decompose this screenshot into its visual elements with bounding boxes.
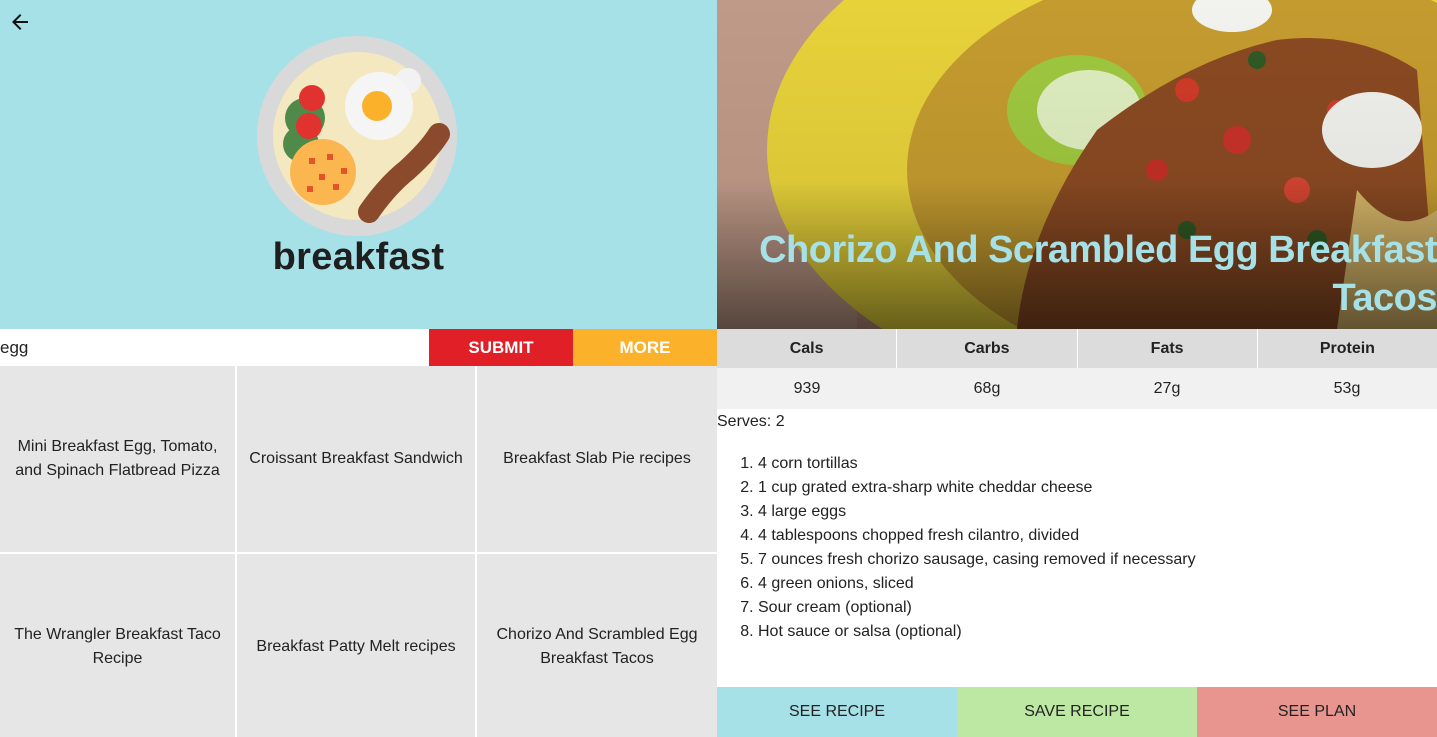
nutrition-value: 939 <box>717 368 897 409</box>
ingredient-item: Sour cream (optional) <box>758 596 1196 620</box>
nutrition-header: Carbs <box>897 329 1078 368</box>
recipe-title: Chorizo And Scrambled Egg Breakfast Taco… <box>759 229 1437 319</box>
recipe-photo: Chorizo And Scrambled Egg Breakfast Taco… <box>717 0 1437 329</box>
breakfast-plate-icon <box>257 36 457 236</box>
nutrition-value: 53g <box>1257 368 1437 409</box>
ingredient-item: 4 green onions, sliced <box>758 572 1196 596</box>
serves-label: Serves: 2 <box>717 413 785 430</box>
back-button[interactable] <box>8 10 32 34</box>
result-card[interactable]: The Wrangler Breakfast Taco Recipe <box>0 554 237 737</box>
nutrition-header-row: Cals Carbs Fats Protein <box>717 329 1437 368</box>
arrow-left-icon <box>12 14 28 30</box>
see-plan-button[interactable]: SEE PLAN <box>1197 687 1437 737</box>
see-recipe-button[interactable]: SEE RECIPE <box>717 687 957 737</box>
recipe-actions: SEE RECIPE SAVE RECIPE SEE PLAN <box>717 687 1437 737</box>
result-card[interactable]: Breakfast Patty Melt recipes <box>237 554 477 737</box>
nutrition-header: Cals <box>717 329 898 368</box>
result-card[interactable]: Chorizo And Scrambled Egg Breakfast Taco… <box>477 554 717 737</box>
ingredient-item: 7 ounces fresh chorizo sausage, casing r… <box>758 548 1196 572</box>
nutrition-header: Protein <box>1257 329 1437 368</box>
results-grid: Mini Breakfast Egg, Tomato, and Spinach … <box>0 366 717 737</box>
save-recipe-button[interactable]: SAVE RECIPE <box>957 687 1197 737</box>
search-bar: SUBMIT MORE <box>0 329 717 366</box>
nutrition-header: Fats <box>1077 329 1258 368</box>
ingredient-item: 1 cup grated extra-sharp white cheddar c… <box>758 476 1196 500</box>
category-title: breakfast <box>272 236 445 278</box>
category-panel: breakfast SUBMIT MORE Mini Breakfast Egg… <box>0 0 717 737</box>
result-card[interactable]: Breakfast Slab Pie recipes <box>477 366 717 552</box>
ingredient-item: 4 large eggs <box>758 500 1196 524</box>
more-button[interactable]: MORE <box>573 329 717 366</box>
nutrition-value-row: 939 68g 27g 53g <box>717 368 1437 409</box>
recipe-panel: Chorizo And Scrambled Egg Breakfast Taco… <box>717 0 1437 737</box>
result-card[interactable]: Mini Breakfast Egg, Tomato, and Spinach … <box>0 366 237 552</box>
ingredient-item: 4 tablespoons chopped fresh cilantro, di… <box>758 524 1196 548</box>
nutrition-value: 68g <box>897 368 1077 409</box>
nutrition-table: Cals Carbs Fats Protein 939 68g 27g 53g <box>717 329 1437 409</box>
ingredient-list: 4 corn tortillas 1 cup grated extra-shar… <box>758 452 1196 644</box>
category-hero: breakfast <box>0 0 717 329</box>
ingredient-item: Hot sauce or salsa (optional) <box>758 620 1196 644</box>
submit-button[interactable]: SUBMIT <box>429 329 573 366</box>
result-card[interactable]: Croissant Breakfast Sandwich <box>237 366 477 552</box>
ingredient-item: 4 corn tortillas <box>758 452 1196 476</box>
nutrition-value: 27g <box>1077 368 1257 409</box>
search-input[interactable] <box>0 329 429 366</box>
